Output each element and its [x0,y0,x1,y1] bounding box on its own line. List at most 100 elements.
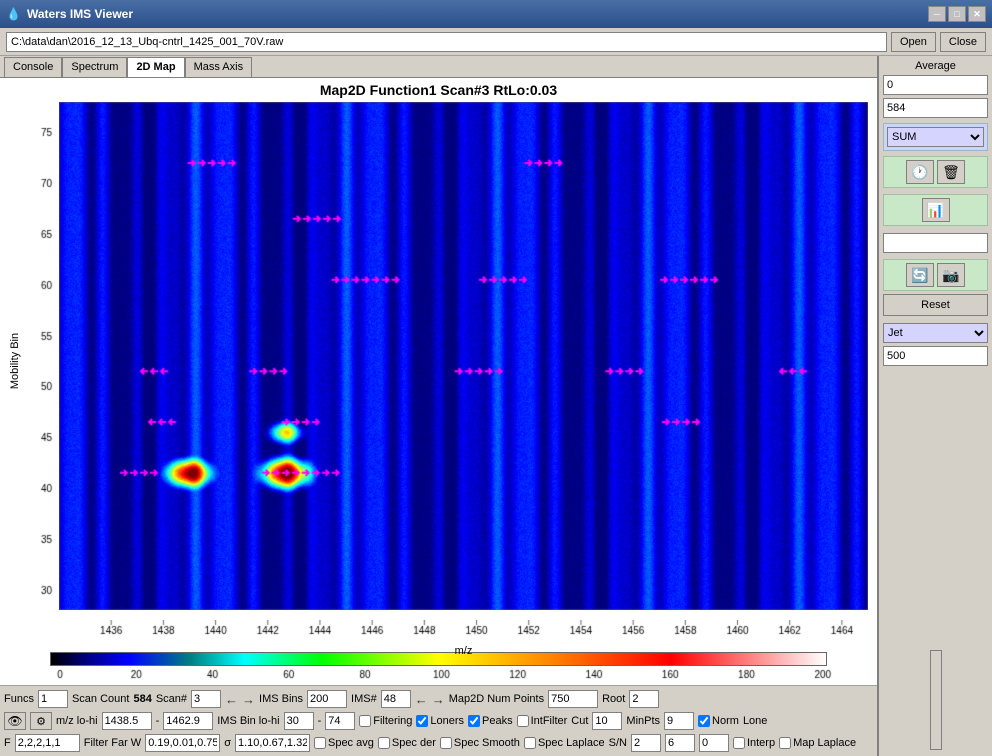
tab-2dmap[interactable]: 2D Map [127,57,184,77]
ims-bin-label: IMS Bin lo-hi [217,715,279,727]
spec-smooth-checkbox[interactable] [440,737,452,749]
maximize-button[interactable]: □ [948,6,966,22]
tab-spectrum[interactable]: Spectrum [62,57,127,77]
spec-der-group: Spec der [378,737,436,749]
sn-label: S/N [609,737,627,749]
funcs-input[interactable] [38,690,68,708]
norm-group: Norm [698,715,739,727]
filter-far-label: Filter Far W [84,737,141,749]
minimize-button[interactable]: ─ [928,6,946,22]
ims-next-arrow[interactable]: → [432,692,445,707]
scan-next-arrow[interactable]: → [242,692,255,707]
tab-console[interactable]: Console [4,57,62,77]
colorbar-labels [50,666,877,680]
scan-label: Scan# [156,693,187,705]
sum-dropdown[interactable]: SUM AVG MAX [887,127,984,147]
main-container: Console Spectrum 2D Map Mass Axis Map2D … [0,56,992,756]
root-label: Root [602,693,625,705]
sigma-label: σ [224,737,231,749]
spec-laplace-checkbox[interactable] [524,737,536,749]
map2d-input[interactable] [548,690,598,708]
trash-icon-button[interactable]: 🗑 [937,160,965,184]
minpts-label: MinPts [626,715,660,727]
app-title: Waters IMS Viewer [27,7,133,21]
interp-group: Interp [733,737,775,749]
ims-input[interactable] [381,690,411,708]
scan-count-label: Scan Count [72,693,129,705]
f-label: F [4,737,11,749]
peaks-label: Peaks [482,715,513,727]
cut-label: Cut [571,715,588,727]
ims-bin-lo-input[interactable] [284,712,314,730]
average-input-1[interactable] [883,75,988,95]
norm-checkbox[interactable] [698,715,710,727]
mz-hi-input[interactable] [163,712,213,730]
cut-input[interactable] [592,712,622,730]
mz-lo-input[interactable] [102,712,152,730]
spec-laplace-label: Spec Laplace [538,737,605,749]
right-spacer [883,369,988,645]
sn-input-2[interactable] [665,734,695,752]
open-button[interactable]: Open [891,32,936,52]
icon-section-1: 🕐 🗑 [883,156,988,188]
app-title-area: 💧 Waters IMS Viewer [6,7,133,21]
funcs-label: Funcs [4,693,34,705]
close-button[interactable]: ✕ [968,6,986,22]
eye-button[interactable]: 👁 [4,712,26,730]
sigma-input[interactable] [235,734,310,752]
scan-input[interactable] [191,690,221,708]
ims-prev-arrow[interactable]: ← [415,692,428,707]
colormap-dropdown[interactable]: Jet Hot Gray [883,323,988,343]
colormap-value-input[interactable] [883,346,988,366]
y-axis-label: Mobility Bin [9,333,21,389]
spec-avg-checkbox[interactable] [314,737,326,749]
scan-prev-arrow[interactable]: ← [225,692,238,707]
icon-section-3: 🔄 📷 [883,259,988,291]
window-controls: ─ □ ✕ [928,6,986,22]
settings-button[interactable]: ⚙ [30,712,52,730]
ims-bin-hi-input[interactable] [325,712,355,730]
file-path-input[interactable] [6,32,887,52]
filtering-checkbox[interactable] [359,715,371,727]
right-text-input[interactable] [883,233,988,253]
intfilter-checkbox[interactable] [517,715,529,727]
loners-checkbox[interactable] [416,715,428,727]
left-panel: Console Spectrum 2D Map Mass Axis Map2D … [0,56,877,756]
filtering-label: Filtering [373,715,412,727]
f-input[interactable] [15,734,80,752]
ims-bins-label: IMS Bins [259,693,303,705]
app-logo-icon: 💧 [6,7,21,21]
map-canvas[interactable] [59,102,868,610]
reset-button[interactable]: Reset [883,294,988,316]
bottom-status-bar: Funcs Scan Count 584 Scan# ← → IMS Bins … [0,685,877,756]
average-label: Average [883,60,988,72]
tab-massaxis[interactable]: Mass Axis [185,57,253,77]
sum-section: SUM AVG MAX [883,123,988,151]
map-laplace-group: Map Laplace [779,737,856,749]
close-file-button[interactable]: Close [940,32,986,52]
spec-der-checkbox[interactable] [378,737,390,749]
ims-bins-input[interactable] [307,690,347,708]
status-row-2: 👁 ⚙ m/z lo-hi - IMS Bin lo-hi - Filterin… [4,710,873,732]
sn-input-1[interactable] [631,734,661,752]
icon-row-3: 🔄 📷 [887,263,984,287]
filter-far-input[interactable] [145,734,220,752]
root-input[interactable] [629,690,659,708]
peaks-checkbox[interactable] [468,715,480,727]
average-input-2[interactable] [883,98,988,118]
interp-checkbox[interactable] [733,737,745,749]
minpts-input[interactable] [664,712,694,730]
map-laplace-checkbox[interactable] [779,737,791,749]
loners-label: Loners [430,715,464,727]
icon-section-2: 📊 [883,194,988,226]
camera-icon-button[interactable]: 📷 [937,263,965,287]
clock-icon-button[interactable]: 🕐 [906,160,934,184]
mz-dash: - [156,715,160,727]
refresh-icon-button[interactable]: 🔄 [906,263,934,287]
sn-input-3[interactable] [699,734,729,752]
map-laplace-label: Map Laplace [793,737,856,749]
chart-icon-button[interactable]: 📊 [922,198,950,222]
map2d-label: Map2D Num Points [449,693,544,705]
right-scrollbar[interactable] [930,650,942,750]
x-axis-area: m/z [0,620,877,650]
